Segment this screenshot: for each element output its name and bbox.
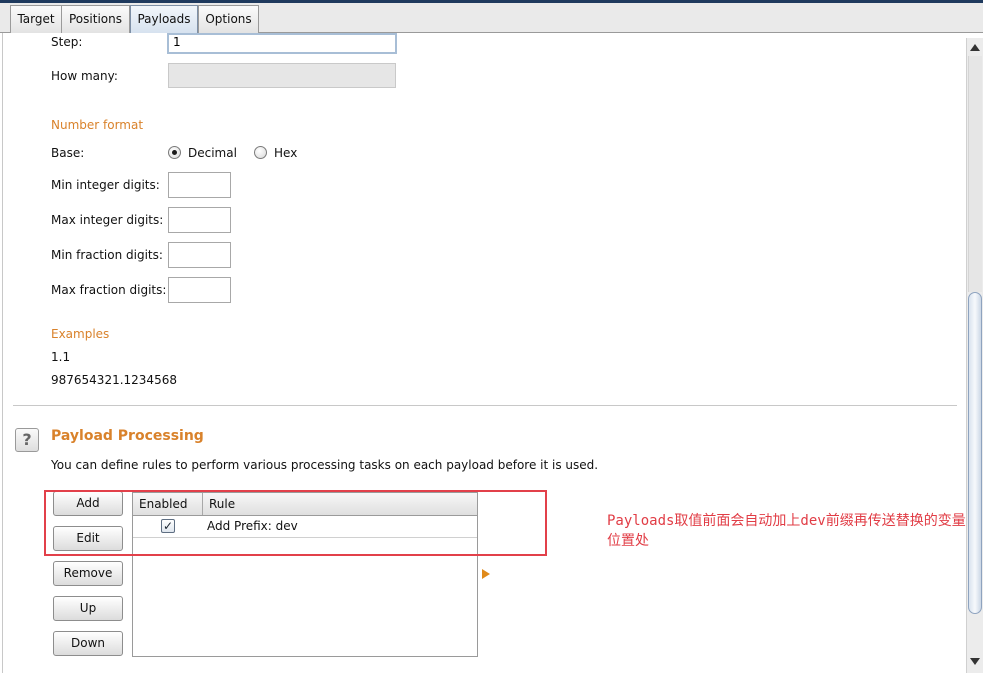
scroll-track[interactable]	[968, 56, 982, 292]
max-fraction-digits-label: Max fraction digits:	[51, 283, 167, 297]
tab-positions[interactable]: Positions	[61, 5, 130, 33]
payload-processing-description: You can define rules to perform various …	[51, 458, 599, 472]
max-integer-digits-input[interactable]	[168, 207, 231, 233]
base-decimal-radio[interactable]	[168, 146, 181, 159]
base-hex-label[interactable]: Hex	[274, 146, 297, 160]
min-fraction-digits-label: Min fraction digits:	[51, 248, 163, 262]
scroll-up-icon[interactable]	[970, 44, 980, 51]
max-integer-digits-label: Max integer digits:	[51, 213, 164, 227]
step-input[interactable]: 1	[167, 33, 397, 54]
base-label: Base:	[51, 146, 85, 160]
help-question-icon[interactable]: ?	[15, 428, 39, 452]
step-label: Step:	[51, 35, 83, 49]
down-button[interactable]: Down	[53, 631, 123, 656]
scroll-thumb[interactable]	[968, 292, 982, 614]
example-item: 1.1	[51, 350, 71, 364]
vertical-scrollbar[interactable]	[966, 38, 983, 673]
min-integer-digits-label: Min integer digits:	[51, 178, 160, 192]
remove-button[interactable]: Remove	[53, 561, 123, 586]
min-integer-digits-input[interactable]	[168, 172, 231, 198]
annotation-text: Payloads取值前面会自动加上dev前缀再传送替换的变量位置处	[607, 513, 966, 549]
min-fraction-digits-input[interactable]	[168, 242, 231, 268]
up-button[interactable]: Up	[53, 596, 123, 621]
payload-processing-heading: Payload Processing	[51, 428, 204, 444]
how-many-label: How many:	[51, 69, 118, 83]
tab-payloads[interactable]: Payloads	[130, 5, 198, 33]
tab-bar: Target Positions Payloads Options	[0, 0, 983, 33]
how-many-input[interactable]	[168, 63, 396, 88]
step-input-value: 1	[173, 35, 181, 49]
examples-heading: Examples	[51, 327, 110, 341]
scroll-down-icon[interactable]	[970, 658, 980, 665]
tab-options[interactable]: Options	[198, 5, 259, 33]
annotation-highlight-box	[44, 490, 547, 556]
base-hex-radio[interactable]	[254, 146, 267, 159]
triangle-right-icon[interactable]	[482, 569, 490, 579]
max-fraction-digits-input[interactable]	[168, 277, 231, 303]
radio-selected-dot	[172, 150, 177, 155]
window-top-border	[0, 0, 983, 3]
tab-target[interactable]: Target	[10, 5, 62, 33]
base-decimal-label[interactable]: Decimal	[188, 146, 237, 160]
number-format-heading: Number format	[51, 118, 144, 132]
example-item: 987654321.1234568	[51, 373, 177, 387]
section-divider	[13, 405, 957, 406]
